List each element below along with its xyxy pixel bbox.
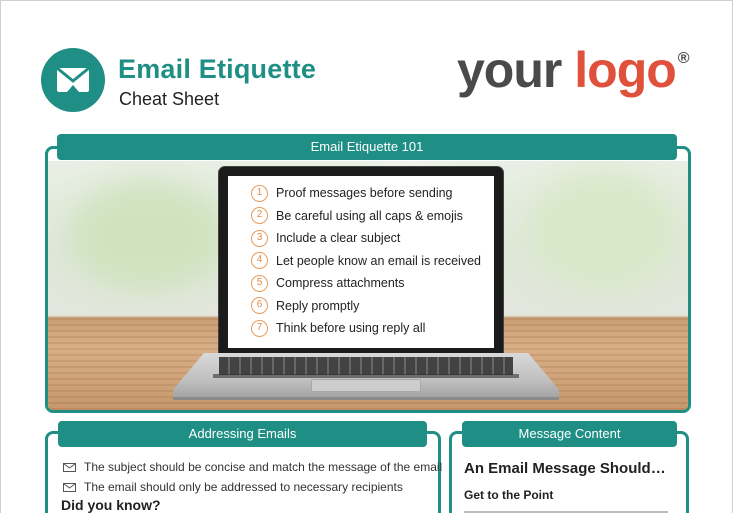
list-item: 1 Proof messages before sending — [251, 182, 481, 205]
list-item: 2 Be careful using all caps & emojis — [251, 205, 481, 228]
logo-part-your: your — [457, 42, 562, 98]
list-item: The email should only be addressed to ne… — [63, 477, 442, 497]
section-heading-addressing-emails: Addressing Emails — [58, 421, 427, 447]
message-body-text — [464, 509, 679, 513]
number-circle-icon: 4 — [251, 252, 268, 270]
envelope-badge — [41, 48, 105, 112]
logo-part-logo: logo — [574, 42, 677, 98]
cheat-sheet-page: Email Etiquette Cheat Sheet your logo ® 1… — [0, 0, 733, 513]
envelope-icon — [63, 482, 76, 492]
page-subtitle: Cheat Sheet — [119, 89, 220, 109]
number-circle-icon: 5 — [251, 274, 268, 292]
section-heading-etiquette-101: Email Etiquette 101 — [57, 134, 677, 160]
section-heading-message-content: Message Content — [462, 421, 677, 447]
number-circle-icon: 3 — [251, 229, 268, 247]
number-circle-icon: 7 — [251, 319, 268, 337]
message-point: Get to the Point — [464, 488, 554, 502]
etiquette-tips-list: 1 Proof messages before sending 2 Be caref… — [251, 182, 481, 340]
registered-mark: ® — [677, 50, 690, 67]
laptop-trackpad — [311, 379, 421, 392]
list-item: 7 Think before using reply all — [251, 317, 481, 340]
page-title: Email Etiquette — [118, 54, 317, 84]
message-subheading: An Email Message Should… — [464, 460, 666, 477]
list-item: 4 Let people know an email is received — [251, 250, 481, 273]
list-item: 5 Compress attachments — [251, 272, 481, 295]
list-item: The subject should be concise and match … — [63, 457, 442, 477]
laptop-keyboard — [219, 357, 513, 375]
brand-logo: your logo ® — [457, 42, 690, 98]
addressing-bullets: The subject should be concise and match … — [63, 457, 442, 497]
number-circle-icon: 2 — [251, 207, 268, 225]
list-item: 3 Include a clear subject — [251, 227, 481, 250]
list-item: 6 Reply promptly — [251, 295, 481, 318]
envelope-icon — [63, 462, 76, 472]
number-circle-icon: 1 — [251, 184, 268, 202]
envelope-icon — [56, 67, 90, 92]
number-circle-icon: 6 — [251, 297, 268, 315]
did-you-know-heading: Did you know? — [61, 497, 161, 513]
